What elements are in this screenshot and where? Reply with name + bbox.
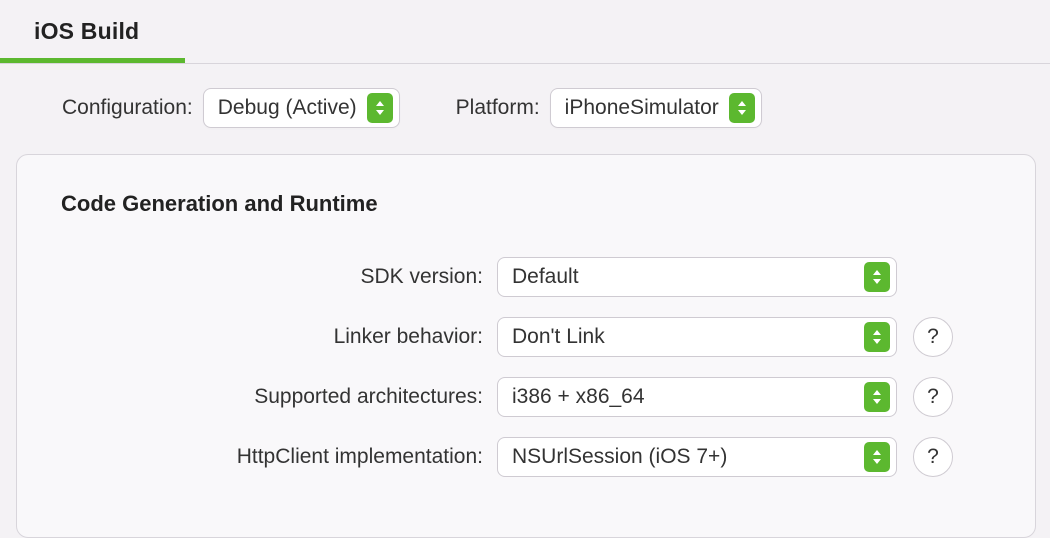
- platform-select[interactable]: iPhoneSimulator: [550, 88, 762, 128]
- httpclient-value: NSUrlSession (iOS 7+): [512, 445, 737, 469]
- help-button-architectures[interactable]: ?: [913, 377, 953, 417]
- supported-architectures-value: i386 + x86_64: [512, 385, 655, 409]
- panel-title: Code Generation and Runtime: [17, 183, 1035, 257]
- platform-value: iPhoneSimulator: [565, 96, 729, 120]
- updown-icon: [864, 382, 890, 412]
- sdk-version-label: SDK version:: [17, 265, 497, 289]
- sdk-version-select[interactable]: Default: [497, 257, 897, 297]
- updown-icon: [864, 442, 890, 472]
- sdk-version-value: Default: [512, 265, 589, 289]
- supported-architectures-label: Supported architectures:: [17, 385, 497, 409]
- updown-icon: [729, 93, 755, 123]
- row-httpclient: HttpClient implementation: NSUrlSession …: [17, 437, 1035, 477]
- row-sdk-version: SDK version: Default: [17, 257, 1035, 297]
- updown-icon: [367, 93, 393, 123]
- configuration-select[interactable]: Debug (Active): [203, 88, 400, 128]
- platform-label: Platform:: [456, 96, 540, 120]
- httpclient-select[interactable]: NSUrlSession (iOS 7+): [497, 437, 897, 477]
- code-gen-panel: Code Generation and Runtime SDK version:…: [16, 154, 1036, 538]
- updown-icon: [864, 262, 890, 292]
- tab-bar: iOS Build: [0, 0, 1050, 64]
- linker-behavior-value: Don't Link: [512, 325, 615, 349]
- configuration-label: Configuration:: [62, 96, 193, 120]
- updown-icon: [864, 322, 890, 352]
- linker-behavior-label: Linker behavior:: [17, 325, 497, 349]
- row-supported-architectures: Supported architectures: i386 + x86_64 ?: [17, 377, 1035, 417]
- tab-ios-build[interactable]: iOS Build: [0, 18, 139, 63]
- httpclient-label: HttpClient implementation:: [17, 445, 497, 469]
- help-button-linker[interactable]: ?: [913, 317, 953, 357]
- row-linker-behavior: Linker behavior: Don't Link ?: [17, 317, 1035, 357]
- config-row: Configuration: Debug (Active) Platform: …: [0, 64, 1050, 154]
- linker-behavior-select[interactable]: Don't Link: [497, 317, 897, 357]
- help-button-httpclient[interactable]: ?: [913, 437, 953, 477]
- configuration-value: Debug (Active): [218, 96, 367, 120]
- supported-architectures-select[interactable]: i386 + x86_64: [497, 377, 897, 417]
